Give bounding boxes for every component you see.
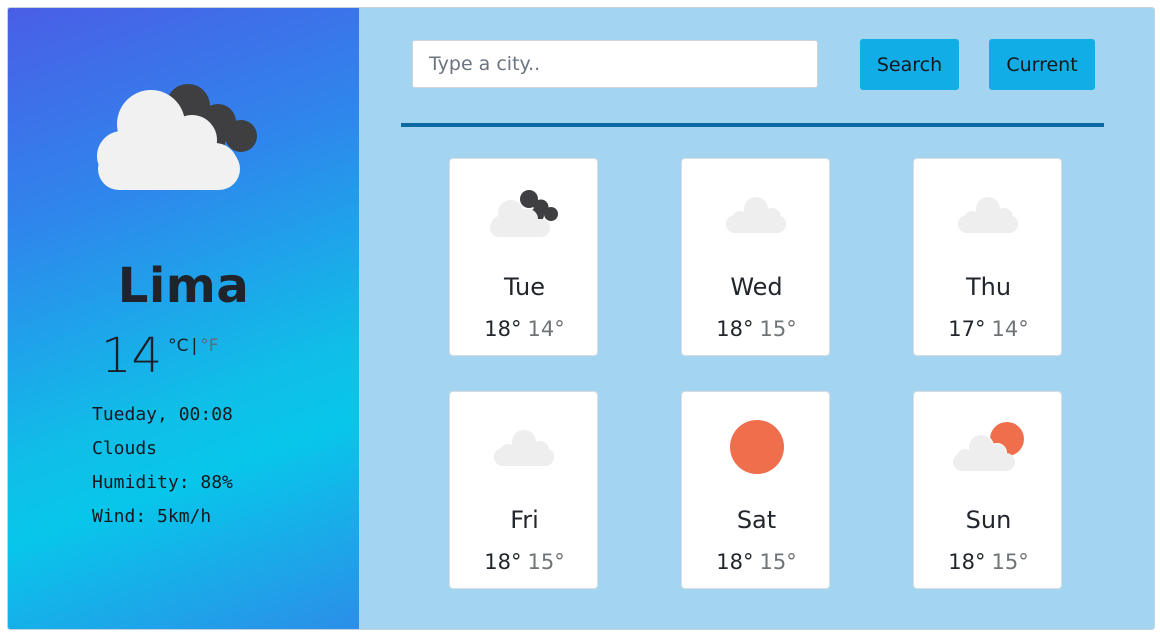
unit-separator: | <box>191 336 198 356</box>
forecast-card-wed: Wed 18° 15° <box>681 158 830 356</box>
forecast-day: Sun <box>965 506 1012 534</box>
cloud-icon <box>450 412 599 482</box>
weather-details: Tueday, 00:08 Clouds Humidity: 88% Wind:… <box>92 398 233 534</box>
current-temperature: 14 °C | °F <box>101 330 218 382</box>
forecast-high: 18° <box>484 550 522 574</box>
forecast-panel: Search Current <box>359 8 1154 629</box>
cloud-dark-cloud-icon <box>450 179 599 249</box>
forecast-high: 18° <box>716 550 754 574</box>
forecast-temps: 18° 15° <box>682 550 831 574</box>
current-weather-panel: Lima 14 °C | °F Tueday, 00:08 Clouds Humid… <box>8 8 359 629</box>
unit-toggle: °C | °F <box>168 336 218 356</box>
forecast-card-thu: Thu 17° 14° <box>913 158 1062 356</box>
forecast-low: 14° <box>527 317 565 341</box>
humidity-text: Humidity: 88% <box>92 472 233 493</box>
datetime-text: Tueday, 00:08 <box>92 404 233 425</box>
forecast-card-sun: Sun 18° 15° <box>913 391 1062 589</box>
temperature-value: 14 <box>101 328 163 384</box>
forecast-temps: 18° 15° <box>914 550 1063 574</box>
forecast-low: 15° <box>759 550 797 574</box>
forecast-temps: 18° 14° <box>450 317 599 341</box>
forecast-low: 15° <box>527 550 565 574</box>
forecast-card-sat: Sat 18° 15° <box>681 391 830 589</box>
forecast-high: 18° <box>484 317 522 341</box>
description-text: Clouds <box>92 438 158 459</box>
cloud-icon <box>914 179 1063 249</box>
forecast-temps: 18° 15° <box>682 317 831 341</box>
forecast-day: Fri <box>510 506 539 534</box>
cloud-icon <box>682 179 831 249</box>
forecast-high: 18° <box>716 317 754 341</box>
wind-text: Wind: 5km/h <box>92 506 212 527</box>
sun-cloud-icon <box>914 412 1063 482</box>
celsius-link[interactable]: °C <box>168 336 188 356</box>
city-name: Lima <box>117 258 250 314</box>
divider <box>401 123 1104 127</box>
forecast-card-tue: Tue 18° 14° <box>449 158 598 356</box>
weather-app: Lima 14 °C | °F Tueday, 00:08 Clouds Humid… <box>7 7 1155 630</box>
forecast-low: 15° <box>759 317 797 341</box>
forecast-temps: 17° 14° <box>914 317 1063 341</box>
forecast-low: 14° <box>991 317 1029 341</box>
forecast-card-fri: Fri 18° 15° <box>449 391 598 589</box>
forecast-day: Sat <box>736 506 777 534</box>
search-button[interactable]: Search <box>860 39 959 90</box>
forecast-temps: 18° 15° <box>450 550 599 574</box>
current-location-button[interactable]: Current <box>989 39 1095 90</box>
forecast-low: 15° <box>991 550 1029 574</box>
forecast-day: Thu <box>965 273 1012 301</box>
sun-icon <box>682 412 831 482</box>
fahrenheit-link[interactable]: °F <box>200 336 218 356</box>
forecast-high: 17° <box>948 317 986 341</box>
forecast-high: 18° <box>948 550 986 574</box>
cloud-dark-cloud-icon <box>88 76 268 192</box>
forecast-day: Tue <box>504 273 545 301</box>
city-search-input[interactable] <box>412 40 818 88</box>
forecast-day: Wed <box>730 273 783 301</box>
